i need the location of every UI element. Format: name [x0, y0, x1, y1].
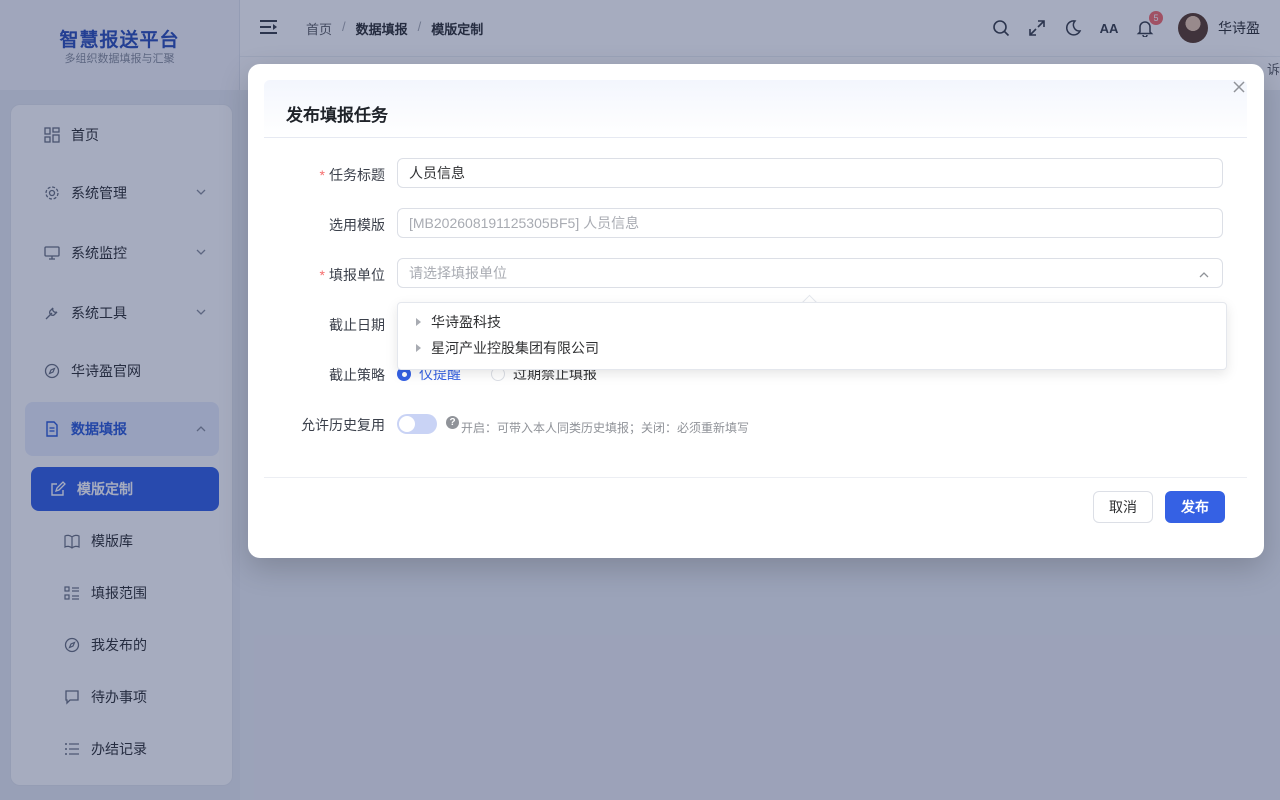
units-label-text: 填报单位: [329, 267, 385, 283]
tree-node[interactable]: 星河产业控股集团有限公司: [416, 335, 599, 361]
expand-arrow-icon[interactable]: [416, 344, 421, 352]
tree-node-label[interactable]: 星河产业控股集团有限公司: [431, 338, 599, 358]
template-label: 选用模版: [329, 217, 385, 233]
publish-button[interactable]: 发布: [1165, 491, 1225, 523]
template-value: [MB202608191125305BF5] 人员信息: [409, 215, 640, 231]
dialog-title: 发布填报任务: [286, 106, 388, 125]
publish-task-dialog: 发布填报任务 * 任务标题 人员信息 选用模版 [MB20260819112530…: [248, 64, 1264, 558]
units-placeholder: 请选择填报单位: [409, 265, 507, 281]
dialog-footer-divider: [264, 477, 1247, 478]
deadline-label: 截止日期: [329, 317, 385, 333]
history-reuse-hint: 开启：可带入本人同类历史填报；关闭：必须重新填写: [461, 420, 750, 435]
required-mark: *: [319, 267, 325, 283]
template-input: [MB202608191125305BF5] 人员信息: [397, 208, 1223, 238]
expand-arrow-icon[interactable]: [416, 318, 421, 326]
units-tree-select[interactable]: 请选择填报单位: [397, 258, 1223, 288]
units-label: * 填报单位: [320, 265, 385, 285]
task-title-value: 人员信息: [409, 165, 465, 181]
required-mark: *: [319, 167, 325, 183]
policy-label: 截止策略: [329, 367, 385, 383]
chevron-up-icon[interactable]: [1198, 268, 1210, 280]
cancel-button[interactable]: 取消: [1093, 491, 1153, 523]
units-tree-dropdown: 华诗盈科技 星河产业控股集团有限公司: [397, 302, 1227, 370]
task-title-input[interactable]: 人员信息: [397, 158, 1223, 188]
dialog-header: 发布填报任务: [264, 80, 1247, 138]
history-reuse-row: ? 开启：可带入本人同类历史填报；关闭：必须重新填写: [397, 414, 750, 435]
task-title-label: * 任务标题: [320, 165, 385, 185]
tree-node[interactable]: 华诗盈科技: [416, 309, 501, 335]
task-title-label-text: 任务标题: [329, 167, 385, 183]
close-icon[interactable]: [1232, 80, 1246, 94]
question-icon[interactable]: ?: [446, 415, 459, 429]
history-reuse-label: 允许历史复用: [301, 417, 385, 433]
history-reuse-switch[interactable]: [397, 414, 437, 434]
tree-node-label[interactable]: 华诗盈科技: [431, 312, 501, 332]
